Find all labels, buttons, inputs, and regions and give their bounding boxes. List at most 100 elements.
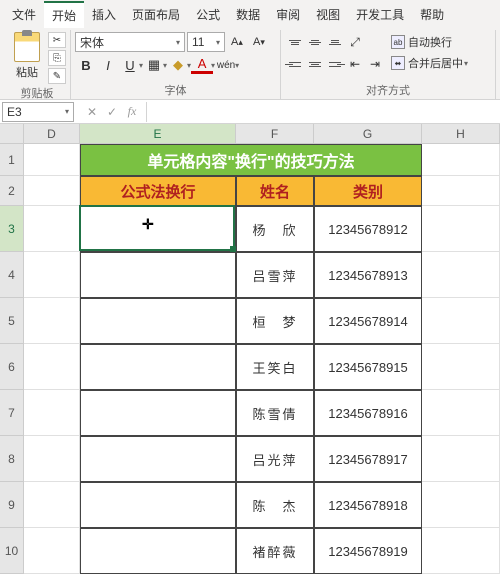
cell-D6[interactable]: [24, 344, 80, 390]
cell-G10[interactable]: 12345678919: [314, 528, 422, 574]
col-header-F[interactable]: F: [236, 124, 314, 144]
cancel-formula-button[interactable]: ✕: [84, 105, 100, 119]
cell-D2[interactable]: [24, 176, 80, 206]
row-header-1[interactable]: 1: [0, 144, 24, 176]
cell-F6[interactable]: 王笑白: [236, 344, 314, 390]
cell-H5[interactable]: [422, 298, 500, 344]
paste-button[interactable]: 粘贴: [8, 30, 46, 82]
font-name-select[interactable]: 宋体▾: [75, 32, 185, 52]
cell-F7[interactable]: 陈雪倩: [236, 390, 314, 436]
cell-G5[interactable]: 12345678914: [314, 298, 422, 344]
menu-view[interactable]: 视图: [308, 2, 348, 27]
name-box[interactable]: E3▾: [2, 102, 74, 122]
cell-F10[interactable]: 褚醉薇: [236, 528, 314, 574]
menu-data[interactable]: 数据: [228, 2, 268, 27]
table-header-formula[interactable]: 公式法换行: [80, 176, 236, 206]
format-painter-button[interactable]: ✎: [48, 68, 66, 84]
cell-F9[interactable]: 陈 杰: [236, 482, 314, 528]
cell-G9[interactable]: 12345678918: [314, 482, 422, 528]
cell-H1[interactable]: [422, 144, 500, 176]
cell-H6[interactable]: [422, 344, 500, 390]
row-header-10[interactable]: 10: [0, 528, 24, 574]
cell-F3[interactable]: 杨 欣: [236, 206, 314, 252]
cell-G8[interactable]: 12345678917: [314, 436, 422, 482]
align-right-button[interactable]: [325, 54, 345, 74]
decrease-indent-button[interactable]: ⇤: [345, 54, 365, 74]
border-button[interactable]: ▦: [143, 54, 165, 76]
cell-E9[interactable]: [80, 482, 236, 528]
copy-button[interactable]: ⎘: [48, 50, 66, 66]
bold-button[interactable]: B: [75, 54, 97, 76]
merge-center-button[interactable]: ⬌合并后居中▾: [387, 53, 472, 73]
cell-F8[interactable]: 吕光萍: [236, 436, 314, 482]
cell-G3[interactable]: 12345678912: [314, 206, 422, 252]
phonetic-button[interactable]: wén: [215, 54, 237, 76]
cell-E5[interactable]: [80, 298, 236, 344]
cell-G6[interactable]: 12345678915: [314, 344, 422, 390]
cell-D5[interactable]: [24, 298, 80, 344]
formula-input[interactable]: [146, 102, 500, 122]
cell-E3[interactable]: [80, 206, 236, 252]
wrap-text-button[interactable]: ab自动换行: [387, 32, 472, 52]
align-top-button[interactable]: [285, 32, 305, 52]
col-header-H[interactable]: H: [422, 124, 500, 144]
cell-D3[interactable]: [24, 206, 80, 252]
cell-F4[interactable]: 吕雪萍: [236, 252, 314, 298]
cell-D1[interactable]: [24, 144, 80, 176]
menu-help[interactable]: 帮助: [412, 2, 452, 27]
fx-button[interactable]: fx: [124, 104, 140, 119]
cell-E10[interactable]: [80, 528, 236, 574]
orientation-button[interactable]: ⤢: [345, 32, 365, 52]
align-left-button[interactable]: [285, 54, 305, 74]
cell-H10[interactable]: [422, 528, 500, 574]
col-header-G[interactable]: G: [314, 124, 422, 144]
row-header-4[interactable]: 4: [0, 252, 24, 298]
row-header-3[interactable]: 3: [0, 206, 24, 252]
cell-H2[interactable]: [422, 176, 500, 206]
row-header-8[interactable]: 8: [0, 436, 24, 482]
menu-home[interactable]: 开始: [44, 1, 84, 28]
menu-layout[interactable]: 页面布局: [124, 2, 188, 27]
select-all-corner[interactable]: [0, 124, 24, 144]
cell-E7[interactable]: [80, 390, 236, 436]
cut-button[interactable]: ✂: [48, 32, 66, 48]
cell-D9[interactable]: [24, 482, 80, 528]
cell-H7[interactable]: [422, 390, 500, 436]
row-header-6[interactable]: 6: [0, 344, 24, 390]
cell-D4[interactable]: [24, 252, 80, 298]
col-header-E[interactable]: E: [80, 124, 236, 144]
cell-E6[interactable]: [80, 344, 236, 390]
cell-H3[interactable]: [422, 206, 500, 252]
cell-G7[interactable]: 12345678916: [314, 390, 422, 436]
row-header-7[interactable]: 7: [0, 390, 24, 436]
table-header-category[interactable]: 类别: [314, 176, 422, 206]
increase-font-button[interactable]: A▴: [227, 32, 247, 52]
menu-file[interactable]: 文件: [4, 2, 44, 27]
align-bottom-button[interactable]: [325, 32, 345, 52]
cell-D10[interactable]: [24, 528, 80, 574]
enter-formula-button[interactable]: ✓: [104, 105, 120, 119]
italic-button[interactable]: I: [97, 54, 119, 76]
cell-D7[interactable]: [24, 390, 80, 436]
table-header-name[interactable]: 姓名: [236, 176, 314, 206]
align-center-button[interactable]: [305, 54, 325, 74]
cell-G4[interactable]: 12345678913: [314, 252, 422, 298]
row-header-5[interactable]: 5: [0, 298, 24, 344]
menu-insert[interactable]: 插入: [84, 2, 124, 27]
cell-H4[interactable]: [422, 252, 500, 298]
cell-D8[interactable]: [24, 436, 80, 482]
cell-F5[interactable]: 桓 梦: [236, 298, 314, 344]
table-title[interactable]: 单元格内容"换行"的技巧方法: [80, 144, 422, 176]
menu-formula[interactable]: 公式: [188, 2, 228, 27]
menu-review[interactable]: 审阅: [268, 2, 308, 27]
align-middle-button[interactable]: [305, 32, 325, 52]
row-header-2[interactable]: 2: [0, 176, 24, 206]
decrease-font-button[interactable]: A▾: [249, 32, 269, 52]
col-header-D[interactable]: D: [24, 124, 80, 144]
cell-E4[interactable]: [80, 252, 236, 298]
font-color-button[interactable]: A: [191, 56, 213, 74]
underline-button[interactable]: U: [119, 54, 141, 76]
menu-dev[interactable]: 开发工具: [348, 2, 412, 27]
row-header-9[interactable]: 9: [0, 482, 24, 528]
font-size-select[interactable]: 11▾: [187, 32, 225, 52]
